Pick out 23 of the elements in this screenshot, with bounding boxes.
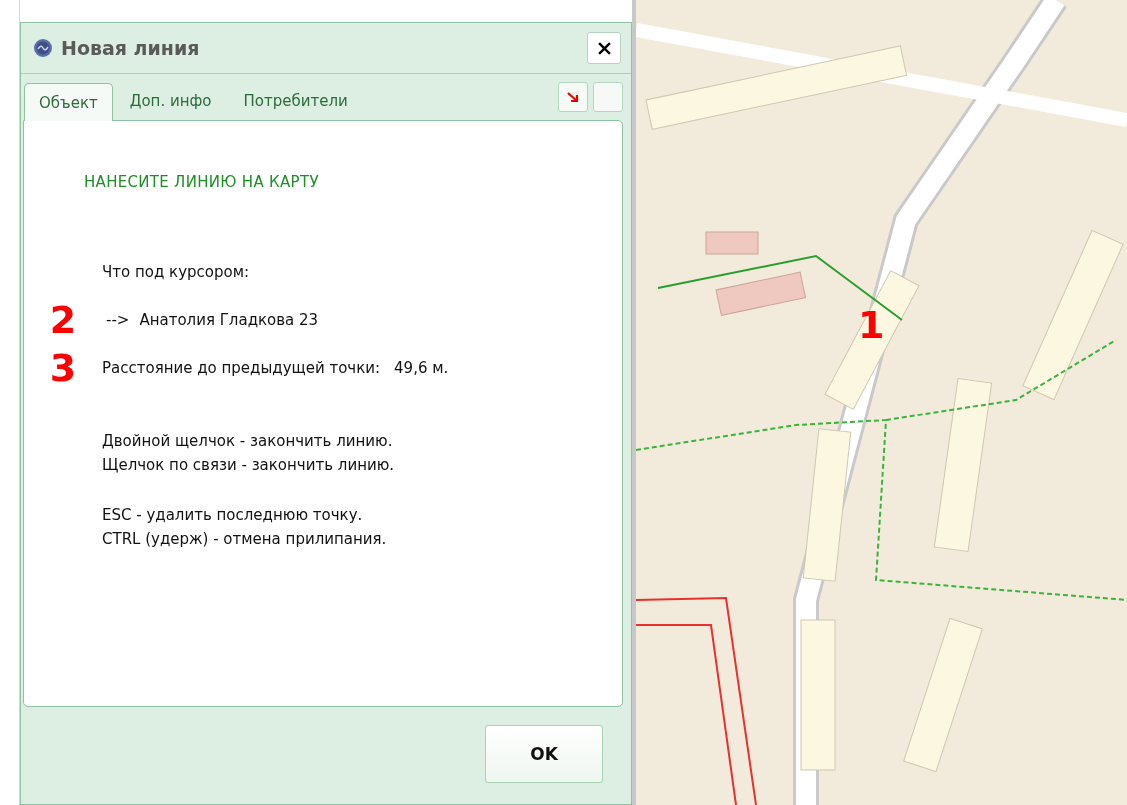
tab[interactable]: Доп. инфо — [114, 81, 227, 120]
toolbar-button[interactable] — [558, 82, 588, 112]
tab[interactable]: Объект — [24, 83, 113, 121]
cursor-label: Что под курсором: — [102, 263, 250, 281]
object-name: Анатолия Гладкова 23 — [139, 311, 319, 329]
hint-text: ESC - удалить последнюю точку. — [102, 505, 364, 526]
annotation-number: 1 — [858, 306, 885, 344]
app-icon — [33, 38, 53, 58]
hint-text: Двойной щелчок - закончить линию. — [102, 431, 394, 452]
close-button[interactable] — [587, 32, 621, 64]
arrow-icon — [567, 91, 579, 103]
arrow-text: --> — [106, 311, 130, 329]
annotation-number: 2 — [49, 301, 77, 339]
window-title: Новая линия — [61, 37, 201, 59]
distance-label: Расстояние до предыдущей точки: — [102, 359, 381, 377]
distance-value: 49,6 м. — [394, 359, 449, 377]
annotation-number: 3 — [49, 349, 77, 387]
ok-button[interactable]: OK — [485, 725, 603, 783]
instruction-heading: НАНЕСИТЕ ЛИНИЮ НА КАРТУ — [83, 173, 320, 191]
close-icon — [597, 41, 611, 55]
hint-text: Щелчок по связи - закончить линию. — [102, 455, 396, 476]
tab[interactable]: Потребители — [228, 81, 363, 120]
hint-text: CTRL (удерж) - отмена прилипания. — [102, 529, 388, 550]
